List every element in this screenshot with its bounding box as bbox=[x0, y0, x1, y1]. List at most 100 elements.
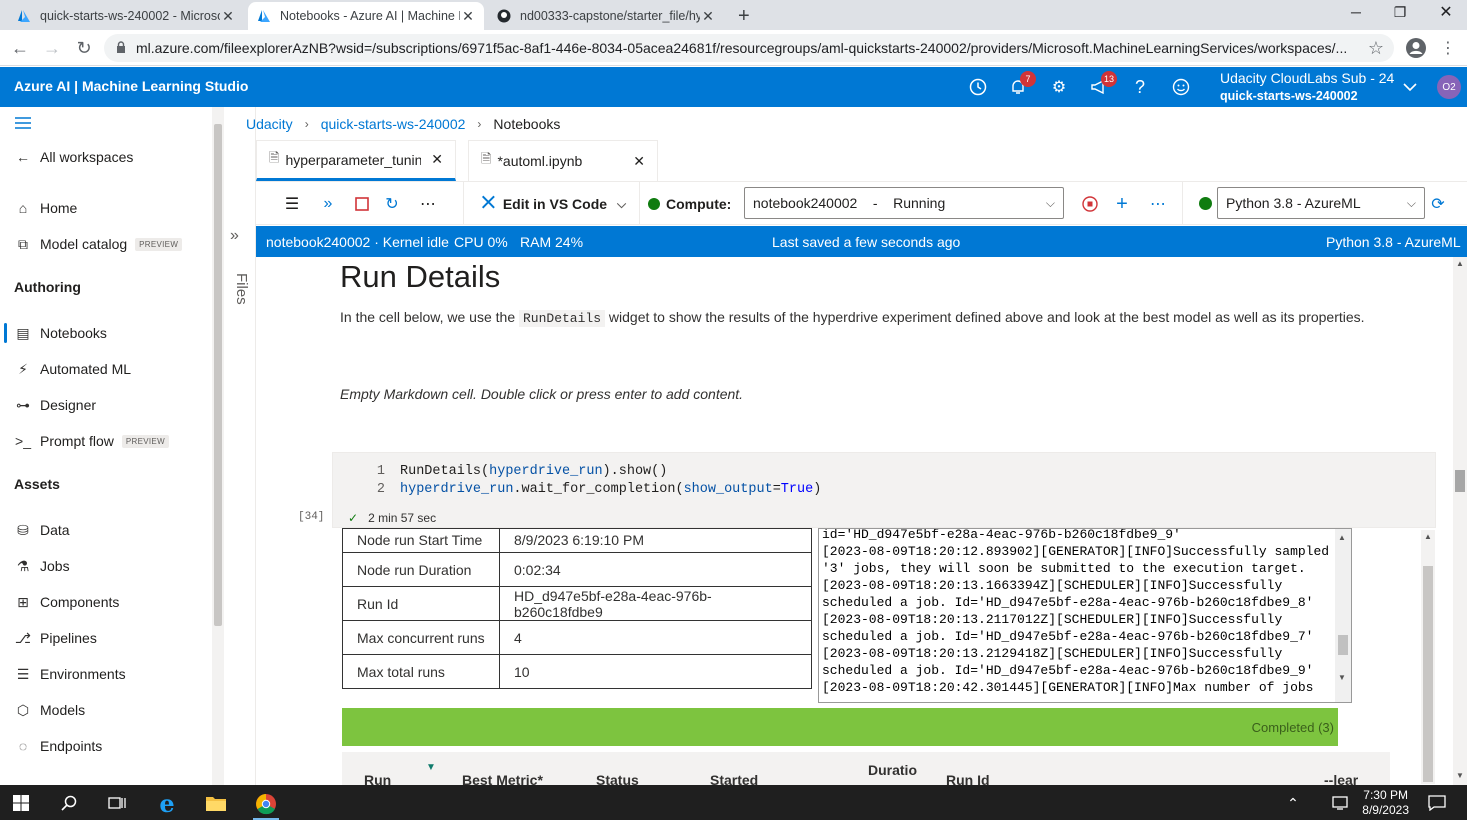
network-icon[interactable] bbox=[1328, 790, 1354, 816]
chevron-down-icon[interactable] bbox=[1398, 75, 1422, 99]
browser-tab-notebooks[interactable]: Notebooks - Azure AI | Machine Learning … bbox=[248, 2, 484, 30]
restart-icon[interactable]: ↻ bbox=[380, 192, 404, 216]
task-view-icon[interactable] bbox=[104, 790, 130, 816]
notebook-tab-automl[interactable]: 🗎 *automl.ipynb ✕ bbox=[468, 140, 658, 181]
files-label[interactable]: Files bbox=[226, 273, 250, 323]
notification-center-icon[interactable] bbox=[1424, 790, 1450, 816]
notebook-scroll-thumb[interactable] bbox=[1455, 470, 1465, 492]
log-scroll-thumb[interactable] bbox=[1338, 635, 1348, 655]
back-button[interactable]: ← bbox=[8, 36, 32, 60]
hamburger-menu-icon[interactable]: ☰ bbox=[280, 192, 304, 216]
browser-tab-azure-portal[interactable]: quick-starts-ws-240002 - Microsoft Azure… bbox=[8, 2, 244, 30]
search-icon[interactable] bbox=[56, 790, 82, 816]
code-line[interactable]: hyperdrive_run.wait_for_completion(show_… bbox=[400, 482, 821, 497]
nav-notebooks[interactable]: ▤ Notebooks bbox=[14, 321, 107, 345]
forward-button[interactable]: → bbox=[40, 36, 64, 60]
megaphone-icon[interactable]: 13 bbox=[1087, 71, 1117, 99]
run-all-icon[interactable]: » bbox=[316, 192, 340, 216]
scroll-up-icon[interactable]: ▲ bbox=[1338, 533, 1346, 542]
column-run-id[interactable]: Run Id bbox=[946, 772, 990, 785]
breadcrumb-workspace[interactable]: quick-starts-ws-240002 bbox=[321, 116, 466, 132]
file-explorer-icon[interactable] bbox=[203, 790, 229, 816]
notebook-scrollbar[interactable]: ▲ ▼ bbox=[1453, 257, 1467, 785]
hamburger-button[interactable] bbox=[14, 112, 32, 136]
bell-icon[interactable]: 7 bbox=[1006, 71, 1036, 99]
code-line[interactable]: RunDetails(hyperdrive_run).show() bbox=[400, 464, 667, 479]
chrome-icon[interactable] bbox=[253, 790, 279, 820]
help-icon[interactable]: ? bbox=[1128, 75, 1152, 99]
output-scroll-thumb[interactable] bbox=[1423, 566, 1433, 782]
nav-jobs[interactable]: ⚗ Jobs bbox=[14, 554, 70, 578]
column-run[interactable]: Run bbox=[364, 772, 391, 785]
column-duration[interactable]: Duratio bbox=[868, 762, 917, 778]
nav-automated-ml[interactable]: ⚡ Automated ML bbox=[14, 357, 131, 381]
gear-icon[interactable]: ⚙ bbox=[1047, 75, 1071, 99]
stop-compute-icon[interactable] bbox=[1078, 192, 1102, 216]
close-icon[interactable]: ✕ bbox=[633, 153, 645, 170]
column-learning-rate[interactable]: --lear bbox=[1324, 772, 1358, 785]
log-scrollbar[interactable]: ▲ ▼ bbox=[1335, 529, 1351, 702]
more-icon[interactable]: ⋯ bbox=[1146, 192, 1170, 216]
add-compute-icon[interactable]: + bbox=[1110, 192, 1134, 216]
nav-environments[interactable]: ☰ Environments bbox=[14, 662, 126, 686]
table-row: Run Id HD_d947e5bf-e28a-4eac-976b-b260c18… bbox=[342, 586, 812, 621]
column-started[interactable]: Started bbox=[710, 772, 758, 785]
edit-in-vscode-button[interactable]: ⨉ Edit in VS Code ⌵ bbox=[482, 192, 634, 216]
compute-select[interactable]: notebook240002 - Running ⌵ bbox=[744, 187, 1064, 219]
new-tab-button[interactable]: + bbox=[730, 2, 760, 30]
scroll-up-icon[interactable]: ▲ bbox=[1424, 532, 1432, 541]
close-icon[interactable]: ✕ bbox=[700, 8, 716, 25]
browser-menu-icon[interactable]: ⋮ bbox=[1436, 36, 1460, 60]
close-icon[interactable]: ✕ bbox=[460, 8, 476, 25]
nav-home[interactable]: ⌂ Home bbox=[14, 196, 78, 220]
chevron-up-icon[interactable]: ⌃ bbox=[1280, 790, 1306, 816]
taskbar-clock[interactable]: 7:30 PM 8/9/2023 bbox=[1362, 788, 1409, 818]
account-switcher[interactable]: Udacity CloudLabs Sub - 24 quick-starts-… bbox=[1220, 69, 1394, 105]
window-close-button[interactable]: ✕ bbox=[1424, 0, 1467, 24]
close-icon[interactable]: ✕ bbox=[220, 8, 236, 25]
nav-models[interactable]: ⬡ Models bbox=[14, 698, 85, 722]
nav-scroll-thumb[interactable] bbox=[214, 124, 222, 626]
nav-model-catalog[interactable]: ⧉ Model catalog PREVIEW bbox=[14, 232, 183, 256]
nav-all-workspaces[interactable]: ← All workspaces bbox=[14, 145, 133, 169]
run-log-box[interactable]: id='HD_d947e5bf-e28a-4eac-976b-b260c18fd… bbox=[818, 528, 1352, 703]
bookmark-star-icon[interactable]: ☆ bbox=[1364, 36, 1388, 60]
scroll-down-icon[interactable]: ▼ bbox=[1338, 673, 1346, 682]
nav-data[interactable]: ⛁ Data bbox=[14, 518, 69, 542]
scroll-down-icon[interactable]: ▼ bbox=[1456, 771, 1464, 780]
nav-designer[interactable]: ⊶ Designer bbox=[14, 393, 96, 417]
column-status[interactable]: Status bbox=[596, 772, 639, 785]
internet-explorer-icon[interactable]: e bbox=[154, 789, 180, 818]
sort-desc-icon[interactable]: ▼ bbox=[426, 762, 436, 773]
profile-icon[interactable] bbox=[1404, 36, 1428, 60]
empty-markdown-cell[interactable]: Empty Markdown cell. Double click or pre… bbox=[340, 386, 743, 402]
pipeline-icon: ⎇ bbox=[14, 629, 32, 646]
nav-prompt-flow[interactable]: >_ Prompt flow PREVIEW bbox=[14, 429, 169, 453]
expand-chevron-icon[interactable]: » bbox=[230, 227, 239, 245]
close-icon[interactable]: ✕ bbox=[431, 151, 443, 168]
windows-start-icon[interactable] bbox=[8, 790, 34, 816]
output-scrollbar[interactable]: ▲ bbox=[1421, 530, 1435, 784]
studio-brand[interactable]: Azure AI | Machine Learning Studio bbox=[14, 78, 248, 94]
refresh-kernel-icon[interactable]: ⟳ bbox=[1426, 192, 1450, 216]
nav-components[interactable]: ⊞ Components bbox=[14, 590, 119, 614]
smiley-icon[interactable] bbox=[1169, 75, 1193, 99]
nav-endpoints[interactable]: ◌ Endpoints bbox=[14, 734, 102, 758]
maximize-button[interactable]: ❐ bbox=[1378, 0, 1422, 24]
column-best-metric[interactable]: Best Metric* bbox=[462, 772, 543, 785]
markdown-heading: Run Details bbox=[340, 259, 501, 294]
omnibox[interactable]: ml.azure.com/fileexplorerAzNB?wsid=/subs… bbox=[104, 34, 1394, 62]
scroll-up-icon[interactable]: ▲ bbox=[1456, 259, 1464, 268]
history-icon[interactable] bbox=[966, 75, 990, 99]
more-icon[interactable]: ⋯ bbox=[416, 192, 440, 216]
notebook-tab-hyperparameter[interactable]: 🗎 hyperparameter_tuning.ipynb ✕ bbox=[256, 140, 456, 181]
breadcrumb-udacity[interactable]: Udacity bbox=[246, 116, 293, 132]
code-cell[interactable]: 1 2 RunDetails(hyperdrive_run).show() hy… bbox=[332, 452, 1436, 528]
minimize-button[interactable]: ─ bbox=[1334, 0, 1378, 24]
avatar[interactable]: O2 bbox=[1437, 75, 1461, 99]
stop-icon[interactable] bbox=[350, 192, 374, 216]
kernel-select[interactable]: Python 3.8 - AzureML ⌵ bbox=[1217, 187, 1425, 219]
nav-pipelines[interactable]: ⎇ Pipelines bbox=[14, 626, 97, 650]
reload-button[interactable]: ↻ bbox=[72, 36, 96, 60]
browser-tab-github[interactable]: nd00333-capstone/starter_file/hyperparam… bbox=[488, 2, 724, 30]
